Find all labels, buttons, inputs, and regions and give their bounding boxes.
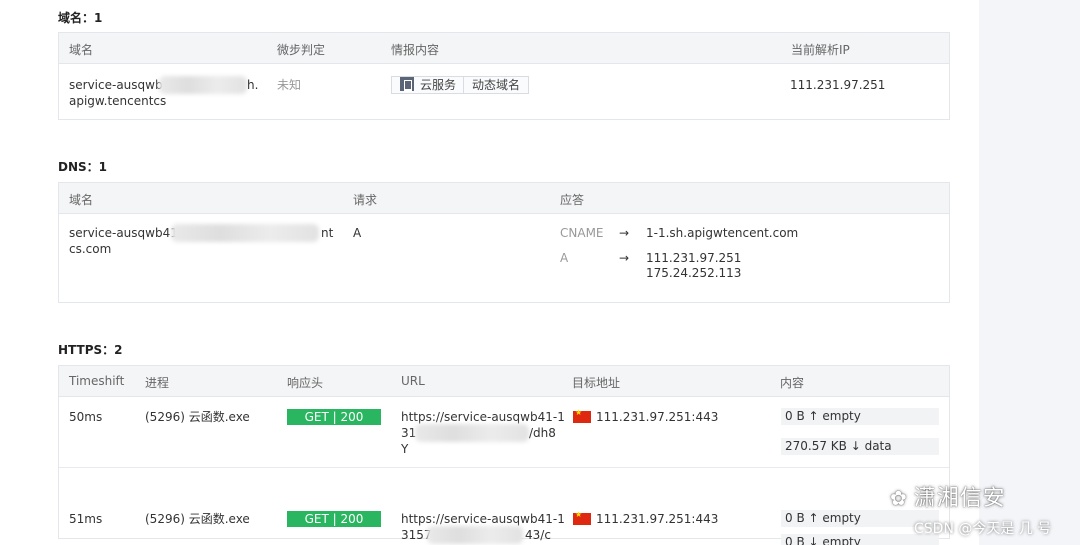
- col-response: 响应头: [287, 376, 324, 390]
- timeshift-value: 50ms: [69, 410, 103, 424]
- verdict-value: 未知: [277, 78, 302, 92]
- domain-section-title: 域名：1: [58, 11, 103, 25]
- domain-text-tail: h.: [247, 78, 259, 92]
- row-divider: [59, 467, 949, 468]
- china-flag-icon: [573, 510, 591, 525]
- domain-text-line1[interactable]: service-ausqwb: [69, 77, 163, 93]
- url-line1[interactable]: https://service-ausqwb41-1: [401, 511, 565, 527]
- cname-value[interactable]: 1-1.sh.apigwtencent.com: [646, 225, 798, 241]
- dns-domain-line2: cs.com: [69, 242, 112, 256]
- col-intel: 情报内容: [391, 43, 440, 57]
- current-ip-value[interactable]: 111.231.97.251: [790, 77, 885, 93]
- col-url: URL: [401, 374, 425, 388]
- right-sidebar: [979, 0, 1080, 545]
- col-request: 请求: [353, 193, 378, 207]
- dns-table: 域名 请求 应答 service-ausqwb41- nt cs.com A C…: [58, 182, 950, 303]
- tag-cloud-service[interactable]: 云服务: [391, 76, 466, 94]
- target-address[interactable]: 111.231.97.251:443: [596, 511, 718, 527]
- a-record-value-2[interactable]: 175.24.252.113: [646, 265, 741, 281]
- dns-request-value: A: [353, 226, 362, 240]
- url-line1[interactable]: https://service-ausqwb41-1: [401, 409, 565, 425]
- url-line2-tail: 43/c: [525, 528, 551, 542]
- url-line3: Y: [401, 442, 409, 456]
- bookmark-icon: [400, 77, 414, 92]
- response-badge[interactable]: GET | 200: [287, 409, 381, 425]
- dns-domain-line1[interactable]: service-ausqwb41-: [69, 225, 182, 241]
- csdn-credit: CSDN @今天是 几 号: [914, 521, 1052, 537]
- url-line2-tail: /dh8: [529, 426, 556, 440]
- content-up: 0 B ↑ empty: [781, 408, 939, 425]
- target-address[interactable]: 111.231.97.251:443: [596, 409, 718, 425]
- col-target: 目标地址: [572, 376, 621, 390]
- dns-section-title: DNS：1: [58, 160, 107, 174]
- tag-label: 动态域名: [472, 78, 521, 92]
- domain-table: 域名 微步判定 情报内容 当前解析IP service-ausqwb h. ap…: [58, 32, 950, 120]
- a-record-value-1[interactable]: 111.231.97.251: [646, 250, 741, 266]
- col-verdict: 微步判定: [277, 43, 326, 57]
- watermark-text: 潇湘信安: [913, 486, 1006, 511]
- col-domain: 域名: [69, 43, 94, 57]
- col-domain: 域名: [69, 193, 94, 207]
- domain-table-header: 域名 微步判定 情报内容 当前解析IP: [59, 33, 949, 64]
- process-value: (5296) 云函数.exe: [145, 512, 250, 526]
- dns-table-header: 域名 请求 应答: [59, 183, 949, 214]
- arrow-right-icon: →: [619, 251, 630, 265]
- https-table: Timeshift 进程 响应头 URL 目标地址 内容 50ms (5296)…: [58, 365, 950, 545]
- col-timeshift: Timeshift: [69, 374, 125, 388]
- col-process: 进程: [145, 376, 170, 390]
- answer-type-cname: CNAME: [560, 226, 604, 240]
- redacted-blur: [171, 224, 319, 242]
- answer-type-a: A: [560, 251, 569, 265]
- col-current-ip: 当前解析IP: [791, 43, 850, 57]
- redacted-blur: [427, 526, 523, 544]
- response-badge[interactable]: GET | 200: [287, 511, 381, 527]
- https-table-header: Timeshift 进程 响应头 URL 目标地址 内容: [59, 366, 949, 397]
- content-down: 270.57 KB ↓ data: [781, 438, 939, 455]
- tag-dynamic-domain[interactable]: 动态域名: [463, 76, 530, 94]
- arrow-right-icon: →: [619, 226, 630, 240]
- redacted-blur: [415, 424, 529, 442]
- china-flag-icon: [573, 408, 591, 423]
- watermark: ✿ 潇湘信安: [890, 480, 1006, 512]
- col-answer: 应答: [560, 193, 585, 207]
- domain-text-line2: apigw.tencentcs: [69, 94, 167, 108]
- dns-domain-tail: nt: [321, 226, 334, 240]
- url-line2-head: 31: [401, 426, 417, 440]
- redacted-blur: [159, 76, 247, 94]
- process-value: (5296) 云函数.exe: [145, 410, 250, 424]
- timeshift-value: 51ms: [69, 512, 103, 526]
- https-section-title: HTTPS：2: [58, 343, 123, 357]
- wechat-icon: ✿: [890, 486, 908, 510]
- tag-label: 云服务: [420, 78, 457, 92]
- col-content: 内容: [780, 376, 805, 390]
